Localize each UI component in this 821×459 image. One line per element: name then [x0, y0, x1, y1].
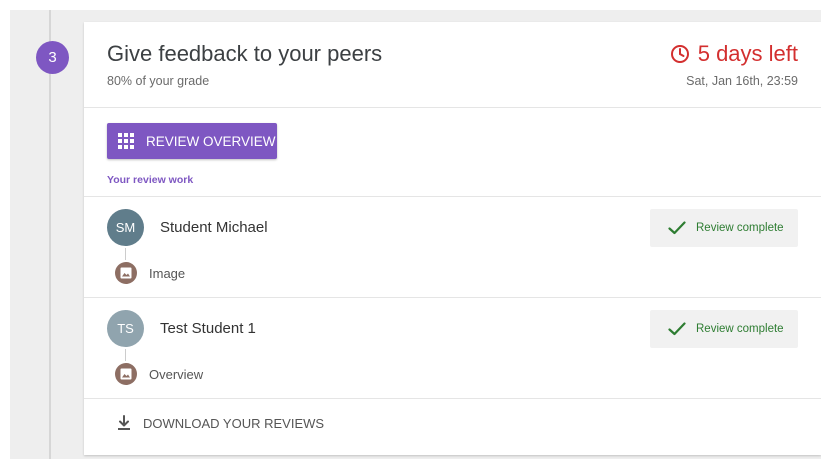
- peer-feedback-card: Give feedback to your peers 80% of your …: [84, 22, 821, 455]
- download-reviews-label: DOWNLOAD YOUR REVIEWS: [143, 415, 325, 431]
- clock-icon: [670, 45, 689, 63]
- check-icon: [668, 322, 686, 336]
- download-row: DOWNLOAD YOUR REVIEWS: [84, 398, 821, 448]
- submission-link[interactable]: Image: [149, 266, 185, 281]
- image-icon: [115, 262, 137, 284]
- connector-line: [125, 349, 126, 361]
- download-icon: [118, 415, 130, 430]
- avatar-initials: SM: [115, 220, 136, 235]
- section-label: Your review work: [107, 174, 194, 186]
- review-status-text: Review complete: [696, 222, 784, 234]
- grade-weight: 80% of your grade: [107, 74, 210, 88]
- review-status-text: Review complete: [696, 323, 784, 335]
- review-status-badge[interactable]: Review complete: [650, 209, 798, 247]
- card-header: Give feedback to your peers 80% of your …: [84, 22, 821, 108]
- timeline-line: [49, 10, 51, 459]
- review-row: TS Test Student 1 Overview Review comple…: [84, 297, 821, 398]
- deadline-text: 5 days left: [697, 41, 798, 66]
- review-row: SM Student Michael Image Review complete: [84, 196, 821, 297]
- student-name[interactable]: Student Michael: [160, 219, 268, 236]
- avatar[interactable]: TS: [107, 310, 144, 347]
- step-number-badge: 3: [36, 41, 69, 74]
- avatar-initials: TS: [117, 321, 134, 336]
- check-icon: [668, 221, 686, 235]
- review-status-badge[interactable]: Review complete: [650, 310, 798, 348]
- student-name[interactable]: Test Student 1: [160, 320, 256, 337]
- connector-line: [125, 248, 126, 260]
- download-reviews-button[interactable]: DOWNLOAD YOUR REVIEWS: [117, 415, 324, 431]
- deadline-date: Sat, Jan 16th, 23:59: [686, 74, 798, 88]
- submission-link[interactable]: Overview: [149, 367, 203, 382]
- image-icon: [115, 363, 137, 385]
- page-title: Give feedback to your peers: [107, 41, 383, 66]
- step-number: 3: [48, 49, 57, 66]
- grid-icon: [118, 133, 134, 149]
- avatar[interactable]: SM: [107, 209, 144, 246]
- review-overview-label: REVIEW OVERVIEW: [146, 133, 276, 149]
- deadline-countdown: 5 days left: [670, 41, 798, 67]
- review-overview-button[interactable]: REVIEW OVERVIEW: [107, 123, 277, 159]
